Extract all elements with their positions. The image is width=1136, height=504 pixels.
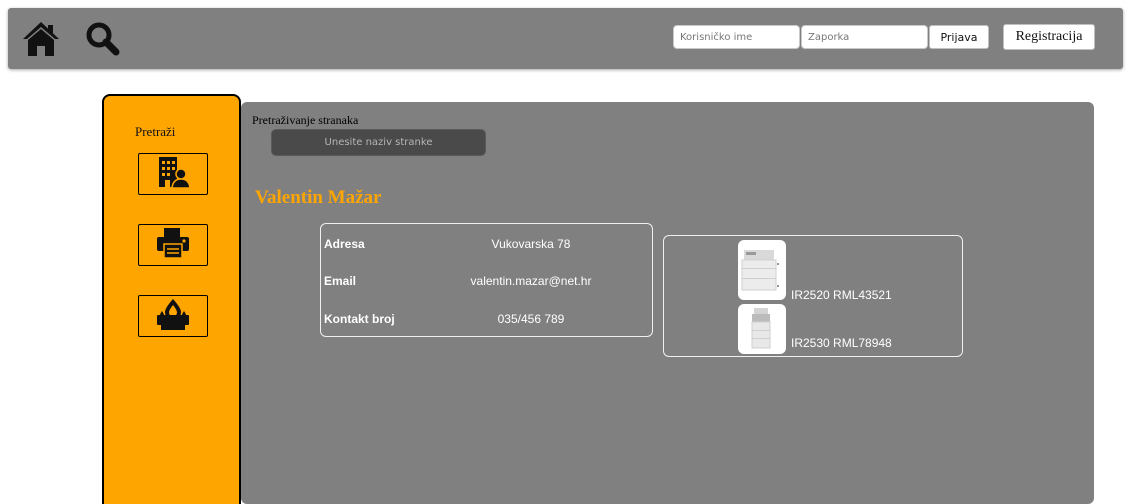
device-label: IR2520 RML43521 [791, 288, 892, 302]
detail-value: valentin.mazar@net.hr [470, 274, 592, 288]
search-icon[interactable] [84, 21, 122, 57]
printers-button[interactable] [138, 224, 208, 266]
copier-thumbnail [738, 304, 786, 354]
device-item[interactable]: IR2530 RML78948 [738, 304, 938, 366]
devices-box: IR2520 RML43521 IR2530 RML78948 [663, 235, 963, 357]
client-search-input[interactable] [271, 129, 486, 156]
main-panel: Pretraživanje stranaka Valentin Mažar Ad… [241, 102, 1094, 504]
login-button[interactable]: Prijava [929, 25, 989, 49]
device-item[interactable]: IR2520 RML43521 [738, 240, 938, 302]
sidebar-title: Pretraži [135, 124, 176, 139]
device-label: IR2530 RML78948 [791, 336, 892, 350]
register-button[interactable]: Registracija [1003, 24, 1095, 50]
detail-key: Email [324, 274, 357, 288]
top-bar: Prijava Registracija [8, 8, 1123, 69]
username-input[interactable] [673, 25, 800, 49]
client-search-label: Pretraživanje stranaka [252, 113, 359, 127]
client-name: Valentin Mažar [255, 187, 382, 208]
copier-thumbnail [738, 240, 786, 300]
detail-key: Adresa [324, 237, 365, 251]
detail-value: 035/456 789 [497, 312, 565, 326]
detail-key: Kontakt broj [324, 312, 395, 326]
detail-row-address: Adresa Vukovarska 78 [321, 237, 652, 257]
detail-row-email: Email valentin.mazar@net.hr [321, 274, 652, 294]
building-user-icon [155, 155, 191, 194]
detail-row-phone: Kontakt broj 035/456 789 [321, 312, 652, 332]
ink-supplies-button[interactable] [138, 295, 208, 337]
search-clients-button[interactable] [138, 153, 208, 195]
client-details-box: Adresa Vukovarska 78 Email valentin.maza… [320, 223, 653, 337]
detail-value: Vukovarska 78 [491, 237, 571, 251]
sidebar: Pretraži [102, 94, 241, 504]
ink-drop-printer-icon [155, 297, 191, 336]
home-icon[interactable] [22, 19, 60, 59]
password-input[interactable] [801, 25, 928, 49]
printer-icon [155, 226, 191, 265]
